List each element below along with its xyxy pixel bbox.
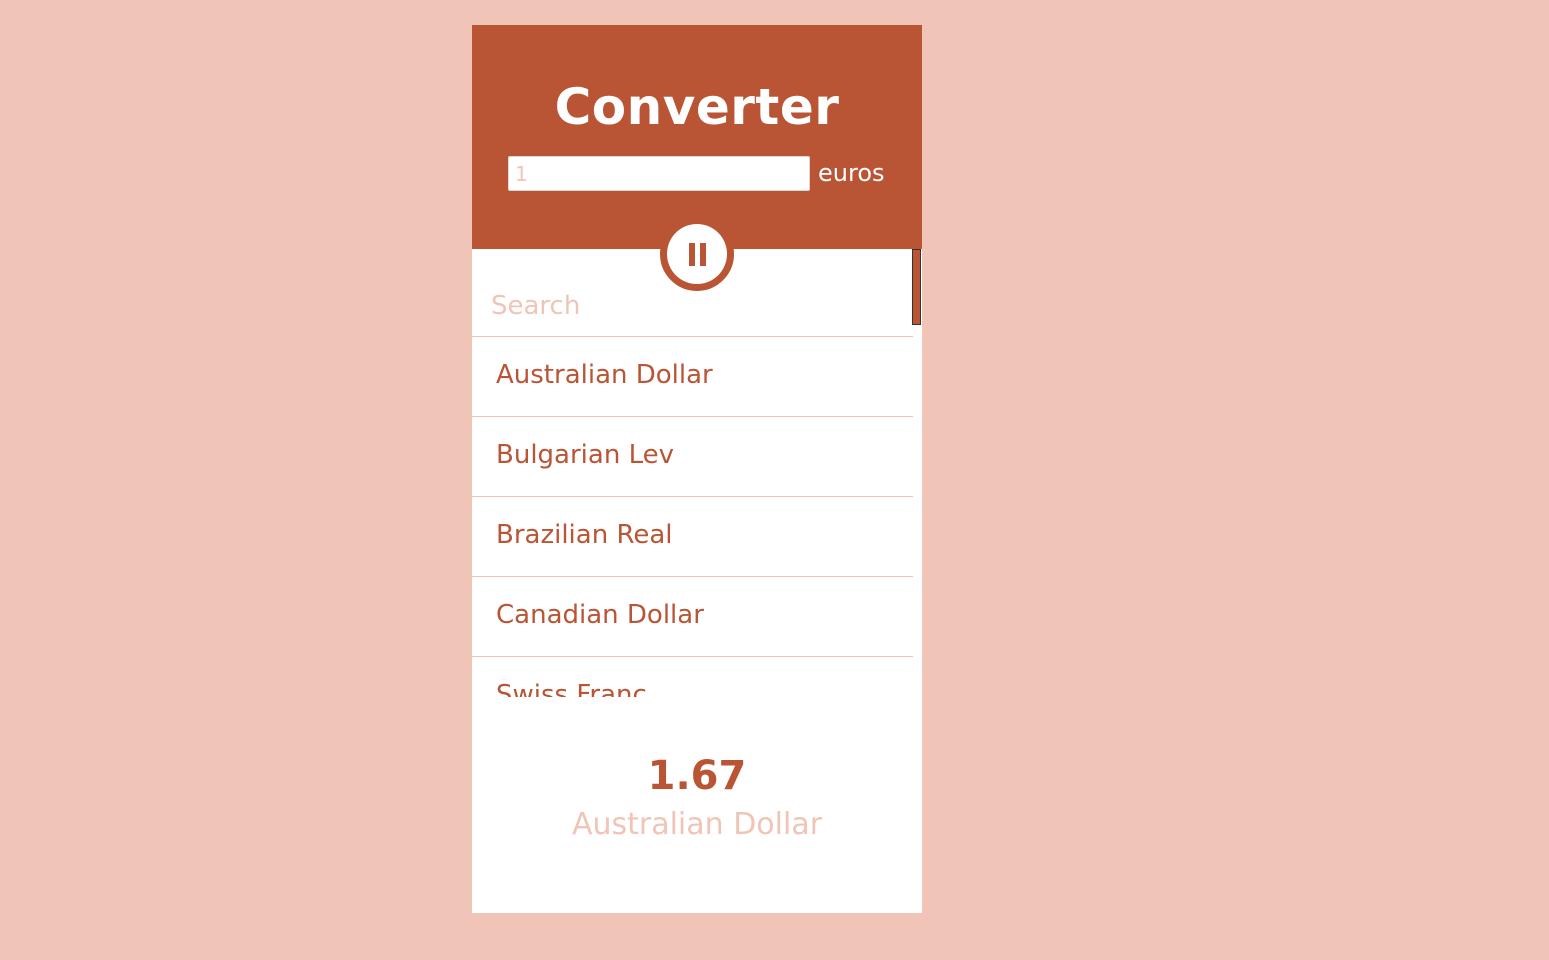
header: Converter euros [472,25,922,249]
converter-card: Converter euros Australian Dollar Bulgar… [472,25,922,913]
amount-input[interactable] [508,156,810,191]
page-title: Converter [554,78,840,136]
list-item[interactable]: Brazilian Real [472,497,913,577]
pause-bar-right [700,243,706,266]
unit-label: euros [818,159,885,187]
currency-list: Australian Dollar Bulgarian Lev Brazilia… [472,337,913,697]
list-item[interactable]: Canadian Dollar [472,577,913,657]
pause-bar-left [689,243,695,266]
list-item[interactable]: Australian Dollar [472,337,913,417]
pause-icon [667,224,727,284]
pause-button[interactable] [660,217,734,291]
list-item[interactable]: Swiss Franc [472,657,913,697]
list-item[interactable]: Bulgarian Lev [472,417,913,497]
scrollbar-thumb[interactable] [912,249,921,325]
result-currency: Australian Dollar [571,807,823,842]
result-value: 1.67 [647,753,747,799]
currency-list-area: Australian Dollar Bulgarian Lev Brazilia… [472,249,922,697]
